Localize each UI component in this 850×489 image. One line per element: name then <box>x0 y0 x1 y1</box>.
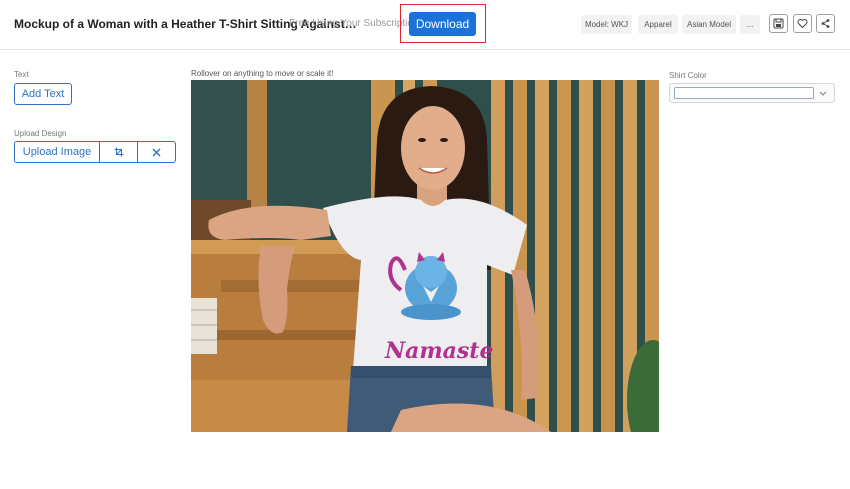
mockup-canvas[interactable]: Namaste <box>191 80 659 432</box>
download-button[interactable]: Download <box>409 12 476 36</box>
share-icon <box>821 19 830 28</box>
heart-icon <box>797 19 808 29</box>
crop-icon <box>114 147 123 157</box>
add-text-button[interactable]: Add Text <box>14 83 72 105</box>
favorite-button[interactable] <box>793 14 812 33</box>
tag-model[interactable]: Model: WKJ <box>581 15 632 34</box>
tag-apparel[interactable]: Apparel <box>638 15 678 34</box>
shirt-print-text: Namaste <box>384 338 493 364</box>
upload-section-label: Upload Design <box>14 129 67 138</box>
canvas-hint: Rollover on anything to move or scale it… <box>191 69 334 78</box>
save-icon <box>773 18 784 29</box>
share-button[interactable] <box>816 14 835 33</box>
top-bar: Mockup of a Woman with a Heather T-Shirt… <box>0 0 850 50</box>
shirt-color-label: Shirt Color <box>669 71 707 80</box>
save-button[interactable] <box>769 14 788 33</box>
close-icon <box>152 148 161 156</box>
crop-button[interactable] <box>100 142 138 162</box>
shirt-color-select[interactable] <box>669 83 835 103</box>
chevron-down-icon <box>819 91 827 96</box>
remove-design-button[interactable] <box>138 142 175 162</box>
tag-asian-model[interactable]: Asian Model <box>682 15 736 34</box>
upload-design-controls: Upload Image <box>14 141 176 163</box>
upload-image-button[interactable]: Upload Image <box>15 142 100 162</box>
mockup-photo: Namaste <box>191 80 659 432</box>
tag-more[interactable]: ... <box>740 15 760 34</box>
shirt-color-value <box>674 87 814 99</box>
text-section-label: Text <box>14 70 29 79</box>
